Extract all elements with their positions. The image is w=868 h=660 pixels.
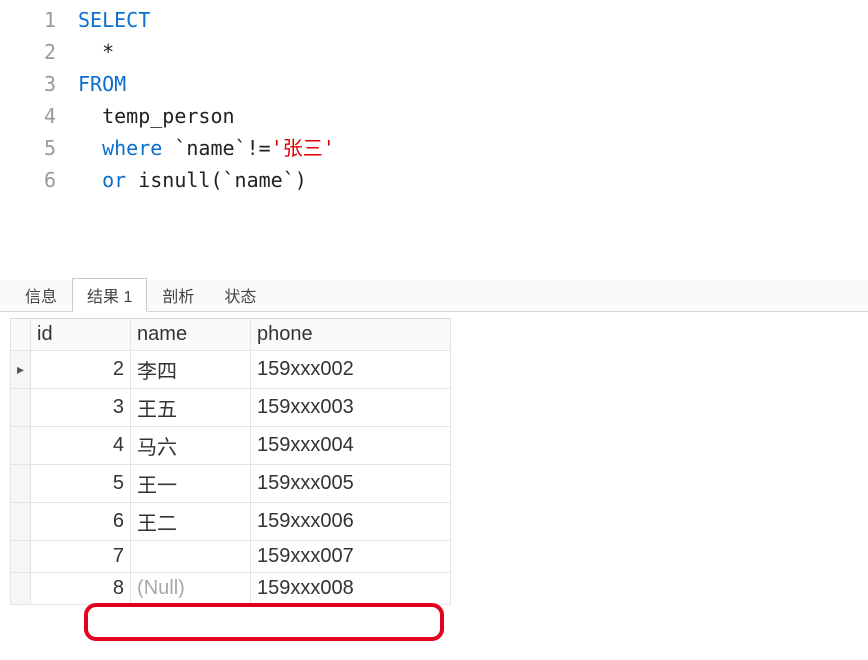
code-content[interactable]: SELECT (78, 4, 150, 36)
tab-信息[interactable]: 信息 (10, 278, 72, 311)
row-marker (11, 427, 31, 465)
table-row[interactable]: 3王五159xxx003 (11, 389, 451, 427)
cell-phone[interactable]: 159xxx004 (251, 427, 451, 465)
cell-id[interactable]: 8 (31, 573, 131, 605)
cell-phone[interactable]: 159xxx007 (251, 541, 451, 573)
table-row[interactable]: 7 159xxx007 (11, 541, 451, 573)
code-content[interactable]: FROM (78, 68, 126, 100)
row-marker (11, 465, 31, 503)
cell-name[interactable]: 王五 (131, 389, 251, 427)
cell-name[interactable]: 马六 (131, 427, 251, 465)
code-line[interactable]: 6 or isnull(`name`) (0, 164, 868, 196)
cell-name[interactable]: 李四 (131, 351, 251, 389)
cell-phone[interactable]: 159xxx002 (251, 351, 451, 389)
cell-id[interactable]: 2 (31, 351, 131, 389)
code-line[interactable]: 4 temp_person (0, 100, 868, 132)
tab-结果 1[interactable]: 结果 1 (72, 278, 147, 312)
code-content[interactable]: where `name`!='张三' (78, 132, 335, 164)
column-header-phone[interactable]: phone (251, 319, 451, 351)
row-marker-header (11, 319, 31, 351)
row-marker (11, 389, 31, 427)
cell-name[interactable]: 王二 (131, 503, 251, 541)
line-number: 3 (0, 68, 78, 100)
table-row[interactable]: ▸2李四159xxx002 (11, 351, 451, 389)
cell-id[interactable]: 6 (31, 503, 131, 541)
code-line[interactable]: 2 * (0, 36, 868, 68)
table-row[interactable]: 6王二159xxx006 (11, 503, 451, 541)
cell-phone[interactable]: 159xxx008 (251, 573, 451, 605)
line-number: 4 (0, 100, 78, 132)
highlight-annotation (84, 603, 444, 641)
table-row[interactable]: 8(Null)159xxx008 (11, 573, 451, 605)
row-marker (11, 541, 31, 573)
code-line[interactable]: 1SELECT (0, 4, 868, 36)
sql-editor[interactable]: 1SELECT2 *3FROM4 temp_person5 where `nam… (0, 0, 868, 280)
table-row[interactable]: 4马六159xxx004 (11, 427, 451, 465)
column-header-name[interactable]: name (131, 319, 251, 351)
cell-id[interactable]: 4 (31, 427, 131, 465)
code-line[interactable]: 5 where `name`!='张三' (0, 132, 868, 164)
cell-name[interactable] (131, 541, 251, 573)
cell-phone[interactable]: 159xxx003 (251, 389, 451, 427)
line-number: 5 (0, 132, 78, 164)
cell-id[interactable]: 3 (31, 389, 131, 427)
row-marker (11, 503, 31, 541)
row-marker (11, 573, 31, 605)
result-tab-strip: 信息结果 1剖析状态 (0, 280, 868, 312)
cell-phone[interactable]: 159xxx005 (251, 465, 451, 503)
code-content[interactable]: * (78, 36, 114, 68)
cell-id[interactable]: 5 (31, 465, 131, 503)
cell-name[interactable]: 王一 (131, 465, 251, 503)
column-header-id[interactable]: id (31, 319, 131, 351)
row-marker: ▸ (11, 351, 31, 389)
code-content[interactable]: temp_person (78, 100, 235, 132)
line-number: 6 (0, 164, 78, 196)
code-line[interactable]: 3FROM (0, 68, 868, 100)
table-row[interactable]: 5王一159xxx005 (11, 465, 451, 503)
tab-剖析[interactable]: 剖析 (147, 278, 209, 311)
cell-id[interactable]: 7 (31, 541, 131, 573)
line-number: 1 (0, 4, 78, 36)
tab-状态[interactable]: 状态 (209, 278, 271, 311)
line-number: 2 (0, 36, 78, 68)
cell-name[interactable]: (Null) (131, 573, 251, 605)
code-content[interactable]: or isnull(`name`) (78, 164, 307, 196)
cell-phone[interactable]: 159xxx006 (251, 503, 451, 541)
result-table: idnamephone ▸2李四159xxx0023王五159xxx0034马六… (10, 318, 451, 605)
